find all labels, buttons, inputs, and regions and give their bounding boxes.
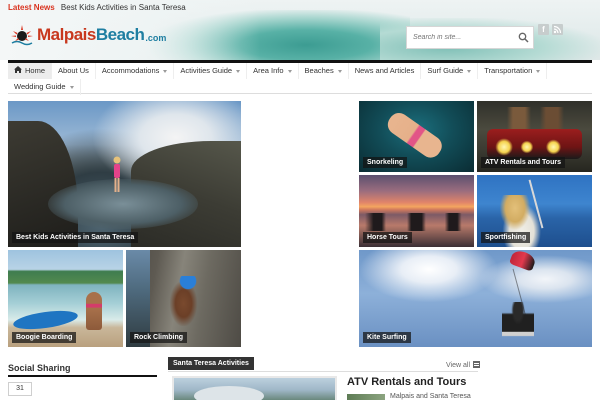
caret-down-icon (467, 69, 472, 73)
nav-item-area-info[interactable]: Area Info (247, 63, 299, 79)
category-label[interactable]: Santa Teresa Activities (168, 357, 254, 370)
nav-item-news-and-articles[interactable]: News and Articles (349, 63, 422, 79)
caret-down-icon (236, 69, 241, 73)
tile-photo-atv (487, 129, 582, 159)
caret-down-icon (163, 69, 168, 73)
featured-tile-horse-tours[interactable]: Horse Tours (359, 175, 474, 247)
view-all-label: View all (446, 362, 470, 369)
post-meta: Malpais and Santa Teresa (390, 393, 471, 400)
nav-item-home[interactable]: Home (8, 63, 53, 79)
main-navigation: Home About Us Accommodations Activities … (8, 60, 592, 95)
tile-photo-rock (8, 121, 78, 247)
nav-item-wedding-guide[interactable]: Wedding Guide (8, 79, 81, 95)
tile-photo-diver (383, 109, 446, 162)
latest-news-ticker: Latest News Best Kids Activities in Sant… (8, 3, 186, 12)
tile-photo-riders (507, 107, 567, 131)
tile-photo-girl (111, 156, 123, 196)
nav-item-about-us[interactable]: About Us (52, 63, 96, 79)
featured-tile-atv-rentals[interactable]: ATV Rentals and Tours (477, 101, 592, 172)
nav-row-1: Home About Us Accommodations Activities … (8, 63, 592, 79)
nav-item-activities-guide[interactable]: Activities Guide (174, 63, 248, 79)
featured-tile-sportfishing[interactable]: Sportfishing (477, 175, 592, 247)
caret-down-icon (69, 85, 74, 89)
tile-caption: ATV Rentals and Tours (481, 157, 565, 168)
nav-item-surf-guide[interactable]: Surf Guide (421, 63, 479, 79)
grid-icon (473, 361, 480, 368)
featured-tile-snorkeling[interactable]: Snorkeling (359, 101, 474, 172)
rss-icon[interactable] (552, 24, 563, 35)
caret-down-icon (287, 69, 292, 73)
section-divider (8, 375, 157, 377)
social-sharing-title: Social Sharing (8, 363, 71, 373)
tile-photo-horses (365, 213, 470, 231)
tile-photo-board (12, 307, 79, 333)
tile-photo-climber (170, 276, 200, 326)
search-box (406, 26, 534, 49)
thumbnail-photo (194, 386, 264, 400)
featured-tile-rock-climbing[interactable]: Rock Climbing (126, 250, 241, 347)
tile-caption: Boogie Boarding (12, 332, 77, 343)
featured-tile-kids-activities[interactable]: Best Kids Activities in Santa Teresa (8, 101, 241, 247)
nav-item-beaches[interactable]: Beaches (299, 63, 349, 79)
sun-logo-icon (10, 23, 34, 47)
nav-item-accommodations[interactable]: Accommodations (96, 63, 175, 79)
view-all-link[interactable]: View all (446, 361, 480, 369)
nav-label-home: Home (25, 66, 46, 75)
tile-caption: Horse Tours (363, 232, 412, 243)
caret-down-icon (337, 69, 342, 73)
tile-caption: Rock Climbing (130, 332, 188, 343)
tile-caption: Snorkeling (363, 157, 408, 168)
site-header: Latest News Best Kids Activities in Sant… (0, 0, 600, 60)
site-logo[interactable]: MalpaisBeach .com (10, 22, 166, 48)
tile-photo-person (86, 292, 102, 330)
tile-caption: Kite Surfing (363, 332, 411, 343)
tile-caption: Best Kids Activities in Santa Teresa (12, 232, 139, 243)
post-thumbnail[interactable] (172, 376, 337, 400)
home-icon (14, 63, 22, 79)
nav-row-2: Wedding Guide (8, 79, 592, 95)
facebook-icon[interactable]: f (538, 24, 549, 35)
tile-photo-pool (48, 179, 198, 229)
nav-item-transportation[interactable]: Transportation (478, 63, 548, 79)
tile-caption: Sportfishing (481, 232, 531, 243)
logo-domain: .com (145, 33, 167, 43)
caret-down-icon (536, 69, 541, 73)
featured-tile-kite-surfing[interactable]: Kite Surfing (359, 250, 592, 347)
search-input[interactable] (407, 27, 515, 48)
share-count: 31 (8, 382, 32, 396)
featured-tile-boogie-boarding[interactable]: Boogie Boarding (8, 250, 123, 347)
tile-photo-rider (502, 302, 534, 344)
post-title[interactable]: ATV Rentals and Tours (347, 376, 466, 388)
logo-wordmark: MalpaisBeach (37, 25, 145, 44)
search-icon[interactable] (518, 32, 529, 43)
section-divider (168, 371, 478, 372)
post-meta-thumbnail (347, 394, 385, 400)
latest-news-link[interactable]: Best Kids Activities in Santa Teresa (61, 3, 186, 12)
latest-news-label: Latest News (8, 3, 55, 12)
